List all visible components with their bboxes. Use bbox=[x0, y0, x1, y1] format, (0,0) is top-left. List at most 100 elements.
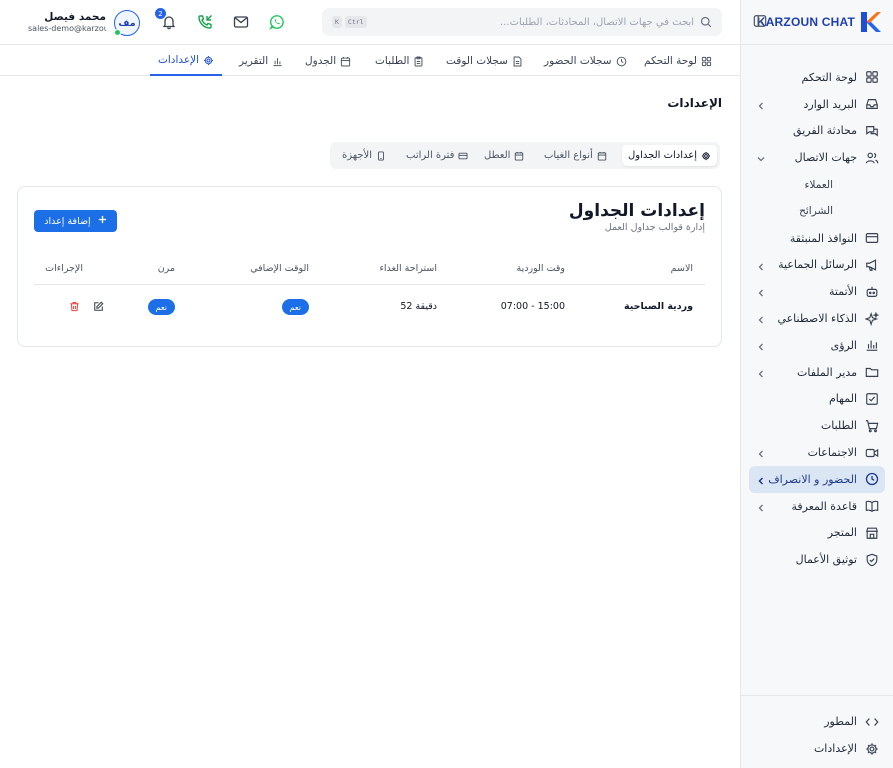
tab-requests[interactable]: الطلبات bbox=[375, 46, 424, 76]
chevron-down-icon bbox=[757, 153, 765, 162]
chat-icon bbox=[865, 124, 879, 138]
chevron-left-icon bbox=[757, 314, 765, 324]
page-title: الإعدادات bbox=[667, 96, 722, 110]
subtab-absence-types[interactable]: أنواع الغياب bbox=[538, 145, 613, 166]
device-icon bbox=[376, 150, 386, 161]
sidebar-item-tasks[interactable]: المهام bbox=[749, 386, 885, 413]
folder-icon bbox=[865, 365, 879, 379]
sidebar-item-file-manager[interactable]: مدير الملفات bbox=[749, 359, 885, 386]
subtab-devices[interactable]: الأجهزة bbox=[336, 145, 392, 166]
trash-icon[interactable] bbox=[69, 301, 80, 312]
gear-icon bbox=[865, 742, 879, 756]
sidebar-item-popups[interactable]: النوافذ المنبثقة bbox=[749, 225, 885, 252]
tab-schedule[interactable]: الجدول bbox=[305, 46, 351, 76]
sidebar-item-automation[interactable]: الأتمتة bbox=[749, 278, 885, 305]
sidebar-bottom-divider bbox=[741, 695, 893, 696]
sidebar-item-ai[interactable]: الذكاء الاصطناعي bbox=[749, 305, 885, 332]
tab-dashboard[interactable]: لوحة التحكم bbox=[644, 46, 712, 76]
settings-subtabs: إعدادات الجداول أنواع الغياب العطل فترة … bbox=[330, 142, 720, 169]
gear-icon bbox=[701, 151, 711, 161]
sidebar: KARZOUN CHAT لوحة التحكم البريد الوارد م… bbox=[740, 0, 893, 768]
sidebar-subitem-segments[interactable]: الشرائح bbox=[749, 198, 885, 225]
whatsapp-icon[interactable] bbox=[268, 14, 285, 30]
sidebar-item-inbox[interactable]: البريد الوارد bbox=[749, 91, 885, 118]
sidebar-collapse-icon[interactable] bbox=[753, 14, 767, 28]
brand-name: KARZOUN CHAT bbox=[756, 15, 855, 29]
sidebar-item-knowledge-base[interactable]: قاعدة المعرفة bbox=[749, 493, 885, 520]
incoming-call-icon[interactable] bbox=[197, 14, 213, 30]
sidebar-item-store[interactable]: المتجر bbox=[749, 520, 885, 547]
subtab-label: أنواع الغياب bbox=[544, 150, 593, 161]
checkbox-icon bbox=[865, 392, 879, 406]
sidebar-item-business-verification[interactable]: توثيق الأعمال bbox=[749, 546, 885, 573]
sidebar-item-dashboard[interactable]: لوحة التحكم bbox=[749, 64, 885, 91]
search-input[interactable] bbox=[369, 16, 694, 28]
sidebar-item-label: الذكاء الاصطناعي bbox=[777, 312, 857, 326]
sidebar-item-orders[interactable]: الطلبات bbox=[749, 412, 885, 439]
sidebar-item-label: الرؤى bbox=[830, 338, 857, 352]
column-header-lunch-break: استراحة الغداء bbox=[379, 263, 437, 274]
table-row[interactable]: وردية الصباحية 07:00 - 15:00 52 دقيقة نع… bbox=[34, 285, 705, 329]
tab-settings[interactable]: الإعدادات bbox=[150, 46, 223, 76]
sidebar-item-settings[interactable]: الإعدادات bbox=[749, 735, 885, 762]
clock-icon bbox=[616, 56, 627, 67]
users-icon bbox=[865, 151, 879, 165]
user-name[interactable]: محمد فيصل bbox=[28, 11, 106, 23]
brand[interactable]: KARZOUN CHAT bbox=[757, 8, 883, 36]
sidebar-item-insights[interactable]: الرؤى bbox=[749, 332, 885, 359]
sidebar-subitem-customers[interactable]: العملاء bbox=[749, 171, 885, 198]
search-bar[interactable]: Ctrl K bbox=[322, 8, 722, 36]
column-header-name: الاسم bbox=[670, 263, 693, 274]
code-icon bbox=[865, 715, 879, 729]
sidebar-item-meetings[interactable]: الاجتماعات bbox=[749, 439, 885, 466]
bar-chart-icon bbox=[272, 56, 283, 67]
edit-icon[interactable] bbox=[93, 301, 104, 312]
overtime-badge: نعم bbox=[281, 299, 309, 315]
window-icon bbox=[865, 231, 879, 245]
book-icon bbox=[865, 499, 879, 513]
notification-count-badge: 2 bbox=[155, 8, 166, 19]
chevron-left-icon bbox=[757, 100, 765, 110]
sidebar-bottom-nav: المطور الإعدادات bbox=[749, 708, 885, 762]
tab-label: الإعدادات bbox=[158, 54, 200, 66]
sidebar-item-developer[interactable]: المطور bbox=[749, 708, 885, 735]
sidebar-item-label: الأتمتة bbox=[829, 285, 857, 299]
chevron-left-icon bbox=[757, 287, 765, 297]
sidebar-item-label: الرسائل الجماعية bbox=[778, 258, 857, 272]
megaphone-icon bbox=[865, 258, 879, 272]
tab-time-logs[interactable]: سجلات الوقت bbox=[446, 46, 523, 76]
search-icon bbox=[700, 16, 712, 28]
cart-icon bbox=[865, 419, 879, 433]
row-shift-time: 07:00 - 15:00 bbox=[500, 301, 565, 312]
tab-label: التقرير bbox=[239, 55, 269, 67]
tab-label: لوحة التحكم bbox=[644, 55, 697, 67]
schedule-settings-card: إعدادات الجداول إدارة قوالب جداول العمل … bbox=[17, 186, 722, 347]
add-setting-button[interactable]: إضافة إعداد bbox=[34, 210, 117, 232]
chevron-left-icon bbox=[757, 448, 765, 458]
section-tabs: لوحة التحكم سجلات الحضور سجلات الوقت الط… bbox=[0, 46, 740, 76]
chevron-left-icon bbox=[757, 368, 765, 378]
add-setting-label: إضافة إعداد bbox=[44, 215, 91, 227]
subtab-holidays[interactable]: العطل bbox=[478, 145, 530, 166]
sidebar-item-label: جهات الاتصال bbox=[794, 151, 857, 165]
sidebar-item-attendance[interactable]: الحضور و الانصراف bbox=[749, 465, 885, 493]
sidebar-item-contacts[interactable]: جهات الاتصال bbox=[749, 144, 885, 171]
subtab-schedule-settings[interactable]: إعدادات الجداول bbox=[622, 145, 717, 166]
tab-attendance-records[interactable]: سجلات الحضور bbox=[544, 46, 627, 76]
tab-label: الجدول bbox=[305, 55, 337, 67]
flexible-badge: نعم bbox=[147, 299, 175, 315]
chevron-left-icon bbox=[757, 475, 765, 485]
sidebar-item-broadcasts[interactable]: الرسائل الجماعية bbox=[749, 252, 885, 279]
tab-report[interactable]: التقرير bbox=[239, 46, 283, 76]
karzoun-logo-icon bbox=[859, 10, 883, 34]
bar-chart-icon bbox=[865, 338, 879, 352]
sidebar-item-label: الاجتماعات bbox=[807, 446, 857, 460]
column-header-overtime: الوقت الإضافي bbox=[250, 263, 309, 274]
subtab-pay-period[interactable]: فترة الراتب bbox=[400, 145, 474, 166]
column-header-flexible: مرن bbox=[157, 263, 175, 274]
subtab-label: فترة الراتب bbox=[406, 150, 455, 161]
mail-icon[interactable] bbox=[233, 14, 249, 30]
inbox-icon bbox=[865, 97, 879, 111]
sidebar-nav: لوحة التحكم البريد الوارد محادثة الفريق … bbox=[749, 64, 885, 573]
sidebar-item-team-chat[interactable]: محادثة الفريق bbox=[749, 118, 885, 145]
